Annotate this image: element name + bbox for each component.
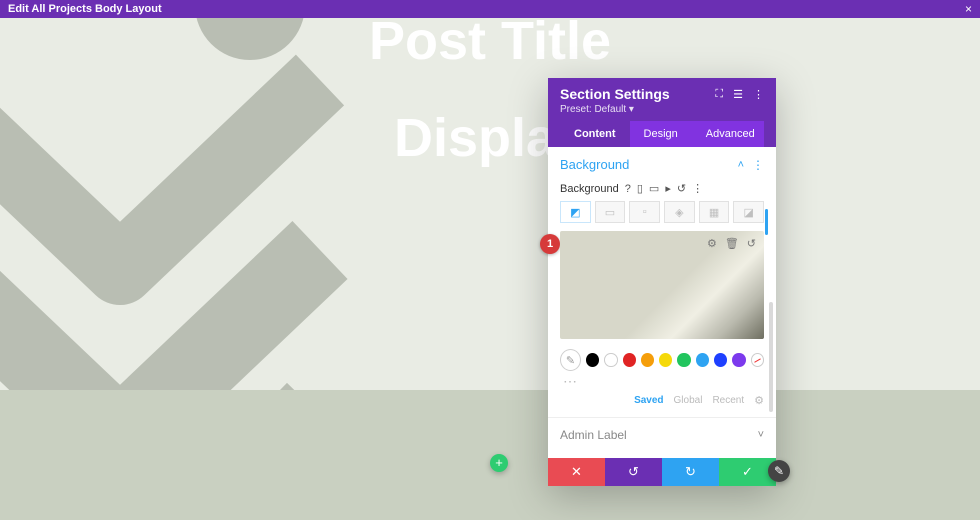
kebab-icon[interactable]: ⋮ bbox=[753, 88, 764, 101]
swatch-source-tabs: Saved Global Recent ⚙ bbox=[560, 394, 764, 407]
admin-label-chevron-icon: ˅ bbox=[758, 429, 764, 441]
background-section-menu-icon[interactable]: ⋮ bbox=[752, 158, 764, 172]
cancel-button[interactable]: ✕ bbox=[548, 458, 605, 486]
eyedropper-button[interactable]: ✎ bbox=[560, 349, 581, 371]
section-settings-panel: 1 Section Settings ⛶ ☰ ⋮ Preset: Default… bbox=[548, 78, 776, 486]
preview-settings-icon[interactable]: ⚙ bbox=[707, 237, 717, 250]
phone-icon[interactable]: ▯ bbox=[637, 182, 643, 195]
topbar-close-button[interactable]: × bbox=[965, 2, 972, 16]
swatch-blue[interactable] bbox=[714, 353, 727, 367]
bgtype-gradient[interactable]: ▭ bbox=[595, 201, 626, 223]
tab-content[interactable]: Content bbox=[560, 121, 630, 147]
swatch-tab-global[interactable]: Global bbox=[674, 395, 703, 406]
topbar-title: Edit All Projects Body Layout bbox=[8, 3, 162, 15]
background-field-label: Background bbox=[560, 183, 619, 195]
tab-indicator bbox=[765, 209, 768, 235]
preview-delete-icon[interactable]: 🗑 bbox=[725, 237, 739, 250]
bgtype-video[interactable]: ◈ bbox=[664, 201, 695, 223]
top-bar: Edit All Projects Body Layout × bbox=[0, 0, 980, 18]
panel-body: Background ˄ ⋮ Background ? ▯ ▭ ▸ ↺ ⋮ ◩ … bbox=[548, 147, 776, 458]
admin-label-title: Admin Label bbox=[560, 428, 627, 442]
background-collapse-icon[interactable]: ˄ bbox=[738, 159, 744, 171]
redo-button[interactable]: ↻ bbox=[662, 458, 719, 486]
swatch-green[interactable] bbox=[677, 353, 690, 367]
bgtype-mask[interactable]: ◪ bbox=[733, 201, 764, 223]
bgtype-color[interactable]: ◩ bbox=[560, 201, 591, 223]
swatch-yellow[interactable] bbox=[659, 353, 672, 367]
swatch-sky[interactable] bbox=[696, 353, 709, 367]
preset-dropdown[interactable]: Preset: Default ▾ bbox=[560, 104, 764, 121]
panel-scrollbar[interactable] bbox=[769, 302, 773, 412]
bgtype-image[interactable]: ▫ bbox=[629, 201, 660, 223]
field-menu-icon[interactable]: ⋮ bbox=[692, 182, 703, 195]
hero-line-2: Post Title bbox=[369, 10, 611, 72]
panel-footer: ✕ ↺ ↻ ✓ bbox=[548, 458, 776, 486]
swatch-tab-saved[interactable]: Saved bbox=[634, 395, 663, 406]
swatch-tab-recent[interactable]: Recent bbox=[712, 395, 744, 406]
panel-header[interactable]: Section Settings ⛶ ☰ ⋮ Preset: Default ▾… bbox=[548, 78, 776, 147]
panel-title: Section Settings bbox=[560, 86, 670, 102]
reset-icon[interactable]: ↺ bbox=[677, 182, 686, 195]
swatch-black[interactable] bbox=[586, 353, 599, 367]
tab-design[interactable]: Design bbox=[630, 121, 692, 147]
swatch-purple[interactable] bbox=[732, 353, 745, 367]
canvas-lower-band bbox=[0, 390, 980, 520]
background-preview[interactable]: ⚙ 🗑 ↺ bbox=[560, 231, 764, 339]
swatch-orange[interactable] bbox=[641, 353, 654, 367]
help-icon[interactable]: ? bbox=[625, 183, 631, 195]
swatch-red[interactable] bbox=[623, 353, 636, 367]
builder-canvas: Post Title Display bbox=[0, 0, 980, 520]
tablet-icon[interactable]: ▭ bbox=[649, 182, 659, 195]
swatch-none[interactable] bbox=[751, 353, 764, 367]
hover-icon[interactable]: ▸ bbox=[665, 182, 671, 195]
expand-icon[interactable]: ⛶ bbox=[715, 88, 723, 101]
add-section-fab[interactable]: + bbox=[490, 454, 508, 472]
tab-advanced[interactable]: Advanced bbox=[692, 121, 769, 147]
swatch-white[interactable] bbox=[604, 353, 617, 367]
color-swatch-row: ✎ bbox=[560, 349, 764, 371]
drag-icon[interactable]: ☰ bbox=[733, 88, 743, 101]
panel-tabs: Content Design Advanced bbox=[560, 121, 764, 147]
swatch-settings-icon[interactable]: ⚙ bbox=[754, 394, 764, 407]
bgtype-pattern[interactable]: ▦ bbox=[699, 201, 730, 223]
admin-label-row[interactable]: Admin Label ˅ bbox=[560, 418, 764, 452]
background-section-title[interactable]: Background bbox=[560, 157, 629, 172]
background-type-tabs: ◩ ▭ ▫ ◈ ▦ ◪ bbox=[560, 201, 764, 223]
undo-button[interactable]: ↺ bbox=[605, 458, 662, 486]
preview-reset-icon[interactable]: ↺ bbox=[747, 237, 756, 250]
swatch-more-icon[interactable]: ⋯ bbox=[563, 373, 764, 390]
corner-edit-fab[interactable]: ✎ bbox=[768, 460, 790, 482]
